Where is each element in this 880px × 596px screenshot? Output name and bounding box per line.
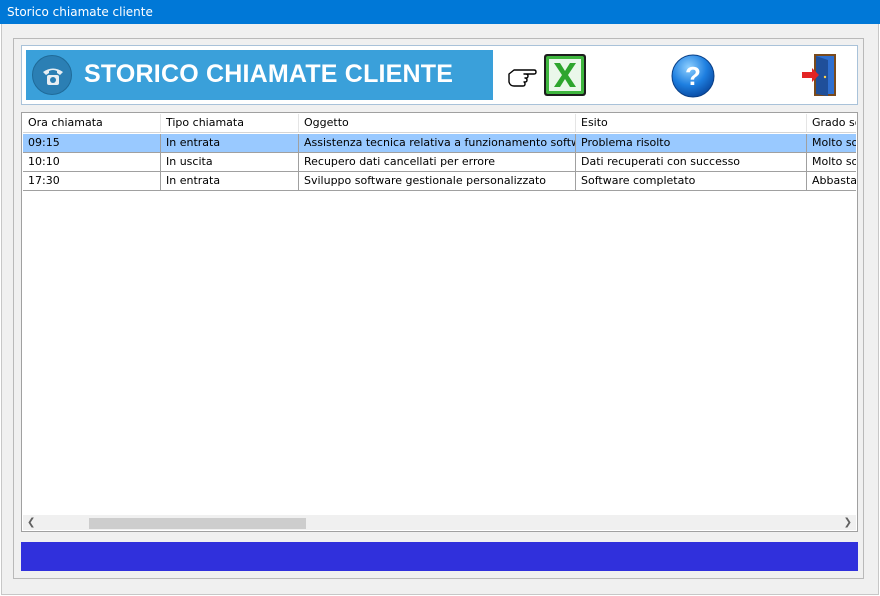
scrollbar-thumb[interactable] (89, 518, 306, 529)
phone-icon (32, 55, 72, 95)
help-button[interactable]: ? (670, 53, 716, 99)
excel-export-button[interactable] (543, 53, 587, 97)
cell-grado[interactable]: Abbastanza soddisfatto (807, 172, 856, 191)
cell-esito[interactable]: Dati recuperati con successo (576, 153, 807, 172)
column-header-oggetto[interactable]: Oggetto (299, 114, 576, 133)
column-header-tipo[interactable]: Tipo chiamata (161, 114, 299, 133)
window-titlebar: Storico chiamate cliente (0, 0, 880, 24)
cell-tipo[interactable]: In uscita (161, 153, 299, 172)
cell-tipo[interactable]: In entrata (161, 134, 299, 153)
horizontal-scrollbar[interactable]: ❮ ❯ (23, 515, 856, 530)
cell-grado[interactable]: Molto soddisfatto (807, 153, 856, 172)
banner: STORICO CHIAMATE CLIENTE (26, 50, 493, 100)
svg-text:?: ? (685, 61, 701, 91)
status-bar (21, 542, 858, 571)
cell-oggetto[interactable]: Recupero dati cancellati per errore (299, 153, 576, 172)
column-header-esito[interactable]: Esito (576, 114, 807, 133)
banner-title: STORICO CHIAMATE CLIENTE (84, 60, 454, 88)
grid-header-row: Ora chiamata Tipo chiamata Oggetto Esito… (23, 114, 856, 133)
column-header-grado[interactable]: Grado soddisfazione (807, 114, 856, 133)
cell-oggetto[interactable]: Sviluppo software gestionale personalizz… (299, 172, 576, 191)
cell-grado[interactable]: Molto soddisfatto (807, 134, 856, 153)
scroll-left-icon[interactable]: ❮ (27, 517, 35, 528)
calls-grid[interactable]: Ora chiamata Tipo chiamata Oggetto Esito… (21, 112, 858, 532)
cell-ora[interactable]: 09:15 (23, 134, 161, 153)
cell-oggetto[interactable]: Assistenza tecnica relativa a funzioname… (299, 134, 576, 153)
excel-export-icon (544, 54, 586, 96)
exit-door-icon (802, 54, 836, 96)
toolbar: STORICO CHIAMATE CLIENTE ? (21, 45, 858, 105)
table-row[interactable]: 10:10 In uscita Recupero dati cancellati… (23, 153, 856, 172)
help-icon: ? (671, 54, 715, 98)
scroll-right-icon[interactable]: ❯ (844, 517, 852, 528)
table-row[interactable]: 09:15 In entrata Assistenza tecnica rela… (23, 134, 856, 153)
cell-ora[interactable]: 17:30 (23, 172, 161, 191)
cell-esito[interactable]: Problema risolto (576, 134, 807, 153)
cell-tipo[interactable]: In entrata (161, 172, 299, 191)
cell-ora[interactable]: 10:10 (23, 153, 161, 172)
cell-esito[interactable]: Software completato (576, 172, 807, 191)
exit-button[interactable] (800, 51, 840, 99)
grid-viewport: Ora chiamata Tipo chiamata Oggetto Esito… (23, 114, 856, 516)
table-row[interactable]: 17:30 In entrata Sviluppo software gesti… (23, 172, 856, 191)
window-title: Storico chiamate cliente (7, 5, 153, 19)
pointing-hand-icon (506, 64, 538, 88)
column-header-ora[interactable]: Ora chiamata (23, 114, 161, 133)
